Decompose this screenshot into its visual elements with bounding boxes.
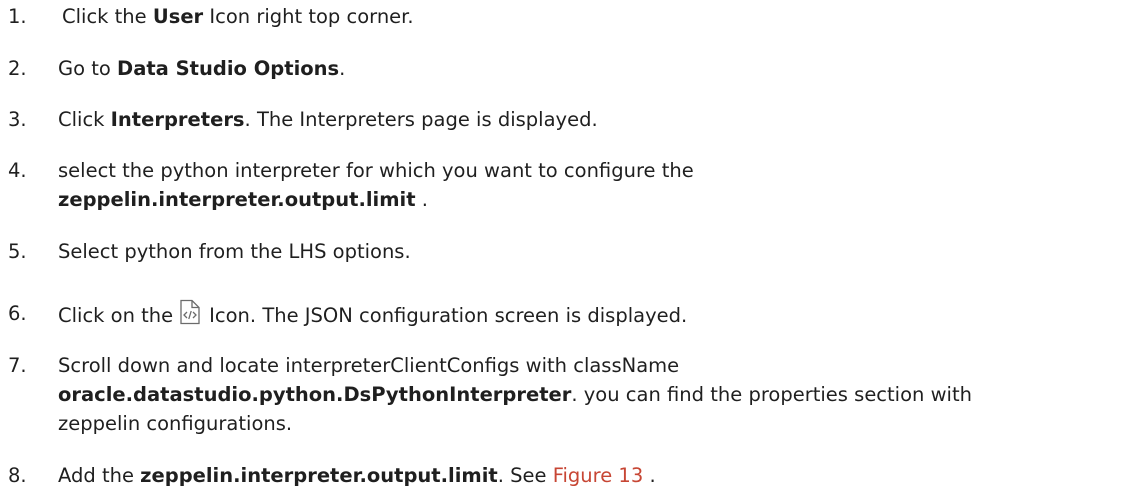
step-text: Click on the Icon. The JSON configuration…	[58, 299, 1140, 333]
output-limit-term: zeppelin.interpreter.output.limit	[140, 464, 498, 487]
step-number: 8.	[8, 464, 27, 487]
step-text: select the python interpreter for which …	[58, 159, 694, 211]
step-text: Go to Data Studio Options.	[58, 57, 346, 80]
step-number: 4.	[8, 159, 27, 182]
step-number: 1.	[8, 5, 27, 28]
figure-13-link[interactable]: Figure 13	[553, 464, 644, 487]
document-page: { "steps": [ { "number": "1.", "parts": …	[0, 0, 1146, 493]
step-text: Click Interpreters. The Interpreters pag…	[58, 108, 598, 131]
user-term: User	[152, 5, 204, 28]
json-config-file-icon	[179, 299, 201, 333]
data-studio-options-term: Data Studio Options	[117, 57, 340, 80]
interpreters-term: Interpreters	[110, 108, 245, 131]
step-number: 5.	[8, 240, 27, 263]
step-text: Select python from the LHS options.	[58, 240, 411, 263]
step-text: Add the zeppelin.interpreter.output.limi…	[58, 464, 656, 487]
output-limit-term: zeppelin.interpreter.output.limit	[58, 188, 416, 211]
step-number: 2.	[8, 57, 27, 80]
step-number: 7.	[8, 354, 27, 377]
step-text: Scroll down and locate interpreterClient…	[58, 354, 972, 435]
step-text: Click the User Icon right top corner.	[62, 5, 414, 28]
step-number: 3.	[8, 108, 27, 131]
classname-term: oracle.datastudio.python.DsPythonInterpr…	[58, 383, 572, 406]
step-number: 6.	[8, 302, 27, 325]
